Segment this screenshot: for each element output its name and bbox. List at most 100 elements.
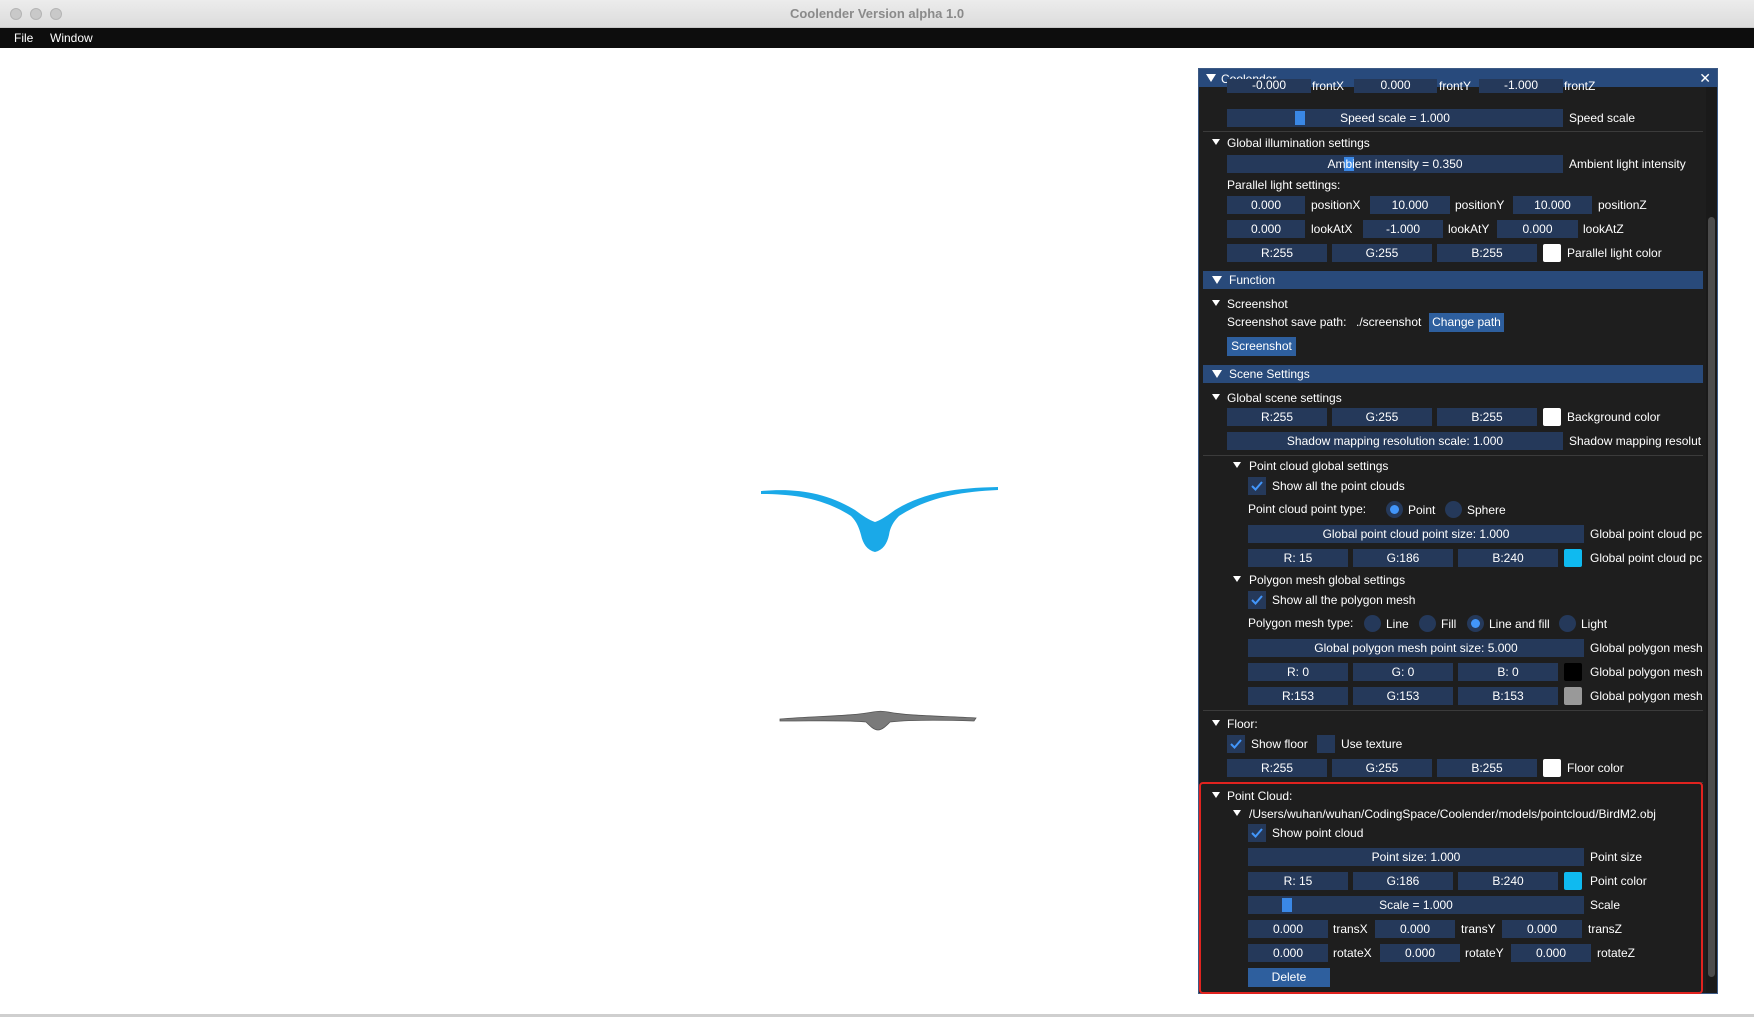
speed-scale-label: Speed scale	[1569, 111, 1636, 125]
bg-color-label: Background color	[1567, 410, 1661, 424]
floor-color-r[interactable]: R:255	[1227, 759, 1327, 777]
parallel-color-swatch[interactable]	[1543, 244, 1561, 262]
collapse-triangle-icon	[1212, 370, 1222, 378]
parallel-color-r[interactable]: R:255	[1227, 244, 1327, 262]
mesh-color1-r[interactable]: R: 0	[1248, 663, 1348, 681]
positionx-input[interactable]: 0.000	[1227, 196, 1305, 214]
floor-color-swatch[interactable]	[1543, 759, 1561, 777]
expand-triangle-icon[interactable]	[1212, 300, 1220, 306]
speed-scale-slider[interactable]: Speed scale = 1.000	[1227, 109, 1563, 127]
parallel-color-b[interactable]: B:255	[1437, 244, 1537, 262]
global-illumination-header[interactable]: Global illumination settings	[1227, 136, 1370, 150]
expand-triangle-icon[interactable]	[1212, 720, 1220, 726]
use-texture-label: Use texture	[1341, 737, 1403, 751]
screenshot-path-value: ./screenshot	[1356, 315, 1422, 329]
collapse-triangle-icon[interactable]	[1206, 74, 1216, 82]
positiony-input[interactable]: 10.000	[1370, 196, 1450, 214]
global-point-color-g[interactable]: G:186	[1353, 549, 1453, 567]
expand-triangle-icon[interactable]	[1212, 139, 1220, 145]
global-point-size-slider[interactable]: Global point cloud point size: 1.000	[1248, 525, 1584, 543]
global-mesh-point-size-slider[interactable]: Global polygon mesh point size: 5.000	[1248, 639, 1584, 657]
polygon-type-line-label: Line	[1386, 617, 1409, 631]
point-type-sphere-label: Sphere	[1467, 503, 1506, 517]
global-point-color-b[interactable]: B:240	[1458, 549, 1558, 567]
lookaty-input[interactable]: -1.000	[1363, 220, 1443, 238]
fronty-label: frontY	[1439, 79, 1472, 93]
polygon-type-fill-label: Fill	[1441, 617, 1457, 631]
divider	[1203, 710, 1703, 711]
positiony-label: positionY	[1455, 198, 1505, 212]
bg-color-b[interactable]: B:255	[1437, 408, 1537, 426]
title-bar: Coolender Version alpha 1.0	[0, 0, 1754, 28]
shadow-resolution-label: Shadow mapping resolut	[1569, 434, 1702, 448]
polygon-type-line-radio[interactable]	[1364, 615, 1381, 632]
bg-color-r[interactable]: R:255	[1227, 408, 1327, 426]
lookatz-label: lookAtZ	[1583, 222, 1624, 236]
show-polygon-mesh-label: Show all the polygon mesh	[1272, 593, 1416, 607]
change-path-button[interactable]: Change path	[1429, 313, 1504, 332]
function-header[interactable]: Function	[1203, 271, 1703, 289]
show-point-clouds-checkbox[interactable]	[1248, 477, 1266, 495]
use-texture-checkbox[interactable]	[1317, 735, 1335, 753]
expand-triangle-icon[interactable]	[1212, 394, 1220, 400]
polygon-type-line-fill-label: Line and fill	[1489, 617, 1550, 631]
divider	[1203, 455, 1703, 456]
lookatx-input[interactable]: 0.000	[1227, 220, 1305, 238]
point-type-label: Point cloud point type:	[1248, 502, 1367, 516]
mesh-color2-r[interactable]: R:153	[1248, 687, 1348, 705]
scrollbar-thumb[interactable]	[1708, 217, 1715, 977]
bg-color-swatch[interactable]	[1543, 408, 1561, 426]
positionz-input[interactable]: 10.000	[1513, 196, 1592, 214]
point-type-sphere-radio[interactable]	[1445, 501, 1462, 518]
floor-header[interactable]: Floor:	[1227, 717, 1258, 731]
mesh-color2-swatch[interactable]	[1564, 687, 1582, 705]
mesh-color2-b[interactable]: B:153	[1458, 687, 1558, 705]
floor-color-label: Floor color	[1567, 761, 1624, 775]
menu-window[interactable]: Window	[50, 31, 93, 45]
global-scene-header[interactable]: Global scene settings	[1227, 391, 1342, 405]
mesh-color1-swatch[interactable]	[1564, 663, 1582, 681]
lookatx-label: lookAtX	[1311, 222, 1353, 236]
screenshot-button[interactable]: Screenshot	[1227, 337, 1296, 356]
mesh-color2-g[interactable]: G:153	[1353, 687, 1453, 705]
frontx-label: frontX	[1312, 79, 1345, 93]
mesh-color1-g[interactable]: G: 0	[1353, 663, 1453, 681]
parallel-color-g[interactable]: G:255	[1332, 244, 1432, 262]
shadow-resolution-slider[interactable]: Shadow mapping resolution scale: 1.000	[1227, 432, 1563, 450]
frontx-input[interactable]: -0.000	[1227, 79, 1311, 93]
polygon-type-fill-radio[interactable]	[1419, 615, 1436, 632]
global-point-color-swatch[interactable]	[1564, 549, 1582, 567]
close-icon[interactable]: ✕	[1699, 70, 1711, 87]
point-cloud-global-header[interactable]: Point cloud global settings	[1249, 459, 1388, 473]
parallel-light-label: Parallel light settings:	[1227, 178, 1341, 192]
frontz-input[interactable]: -1.000	[1479, 79, 1563, 93]
fronty-input[interactable]: 0.000	[1354, 79, 1437, 93]
menu-file[interactable]: File	[14, 31, 33, 45]
mesh-color1-b[interactable]: B: 0	[1458, 663, 1558, 681]
polygon-type-light-radio[interactable]	[1559, 615, 1576, 632]
screenshot-header[interactable]: Screenshot	[1227, 297, 1288, 311]
ambient-intensity-slider[interactable]: Ambient intensity = 0.350	[1227, 155, 1563, 173]
check-icon	[1251, 481, 1263, 491]
panel-scrollbar[interactable]	[1706, 87, 1717, 993]
polygon-type-line-fill-radio[interactable]	[1467, 615, 1484, 632]
polygon-global-header[interactable]: Polygon mesh global settings	[1249, 573, 1405, 587]
show-polygon-mesh-checkbox[interactable]	[1248, 591, 1266, 609]
point-type-point-radio[interactable]	[1386, 501, 1403, 518]
floor-color-g[interactable]: G:255	[1332, 759, 1432, 777]
expand-triangle-icon[interactable]	[1233, 462, 1241, 468]
speed-slider-grab[interactable]	[1295, 111, 1305, 125]
floor-color-b[interactable]: B:255	[1437, 759, 1537, 777]
check-icon	[1230, 739, 1242, 749]
point-type-point-label: Point	[1408, 503, 1436, 517]
bg-color-g[interactable]: G:255	[1332, 408, 1432, 426]
global-point-color-r[interactable]: R: 15	[1248, 549, 1348, 567]
check-icon	[1251, 595, 1263, 605]
global-point-size-label: Global point cloud pc	[1590, 527, 1703, 541]
show-floor-checkbox[interactable]	[1227, 735, 1245, 753]
scene-settings-header[interactable]: Scene Settings	[1203, 365, 1703, 383]
menu-bar: File Window	[0, 28, 1754, 48]
screenshot-path-label: Screenshot save path:	[1227, 315, 1347, 329]
expand-triangle-icon[interactable]	[1233, 576, 1241, 582]
lookatz-input[interactable]: 0.000	[1497, 220, 1578, 238]
